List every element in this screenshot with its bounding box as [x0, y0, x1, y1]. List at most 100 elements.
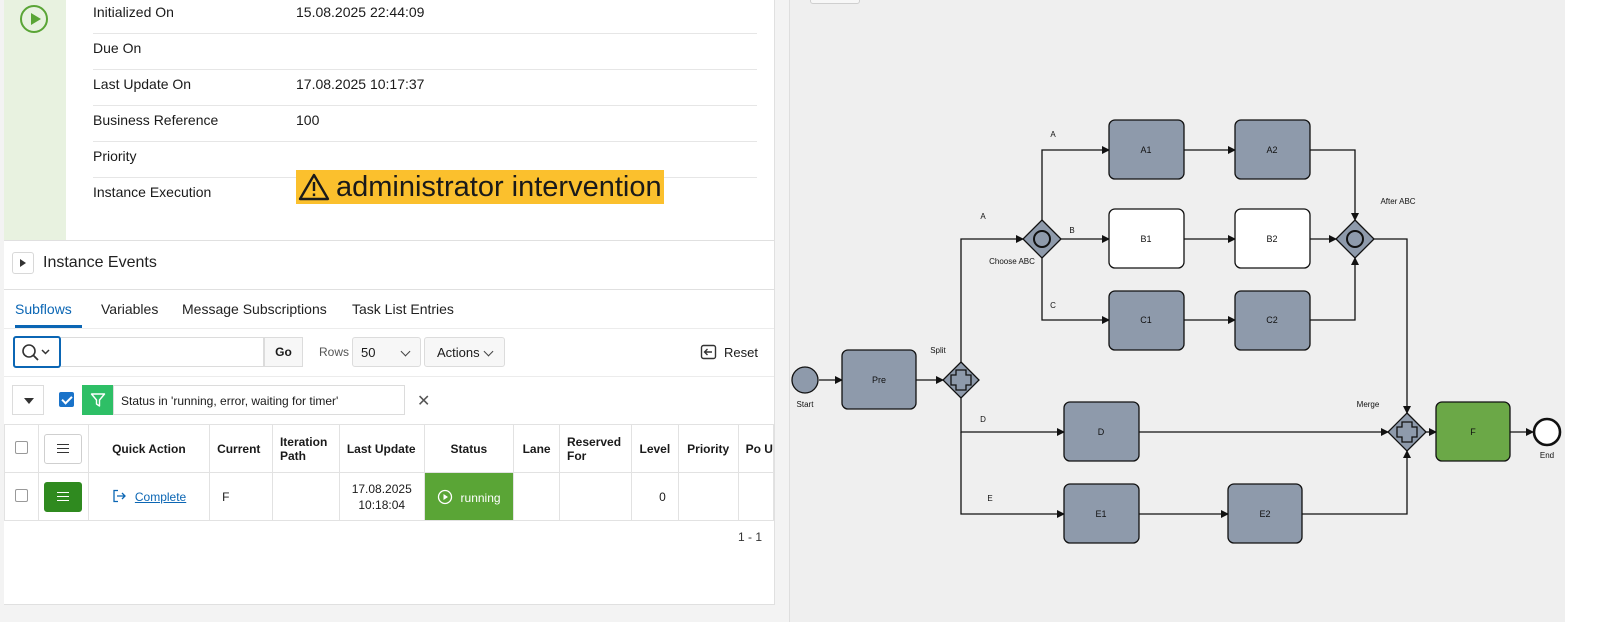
- last-update-date: 17.08.2025: [351, 481, 412, 496]
- menu-icon: [57, 444, 70, 453]
- tab-subflows[interactable]: Subflows: [15, 301, 72, 317]
- bpmn-diagram-panel: Pre A1 A2 B1 B2 C1 C2 D E1 E2 F Start En…: [789, 0, 1565, 622]
- header-menu-button[interactable]: [44, 433, 83, 464]
- running-play-icon: [438, 489, 453, 504]
- flow-label: E: [987, 494, 992, 503]
- actions-label: Actions: [437, 345, 480, 360]
- col-lane[interactable]: Lane: [513, 424, 560, 473]
- expand-instance-events-button[interactable]: [12, 252, 34, 274]
- flow-e2-merge: [1302, 450, 1411, 515]
- divider: [4, 328, 774, 329]
- inclusive-gateway-after[interactable]: [1335, 219, 1375, 259]
- col-truncated[interactable]: Po U: [737, 424, 775, 473]
- start-event[interactable]: [791, 366, 819, 394]
- flow-label: A: [1050, 130, 1056, 139]
- task-label: B1: [1140, 234, 1151, 244]
- go-button[interactable]: Go: [264, 337, 303, 367]
- level-cell: 0: [630, 472, 679, 521]
- task-label: F: [1470, 427, 1476, 437]
- col-iteration-path[interactable]: Iteration Path: [271, 424, 340, 473]
- status-value: running: [460, 490, 501, 505]
- row-select-cell: [4, 472, 39, 521]
- col-last-update[interactable]: Last Update: [338, 424, 425, 473]
- row-menu-button[interactable]: [44, 481, 83, 512]
- filter-icon: [82, 385, 113, 415]
- complete-link[interactable]: Complete: [135, 490, 186, 504]
- col-reserved-for[interactable]: Reserved For: [559, 424, 632, 473]
- divider: [4, 376, 774, 377]
- flow-label: C: [1050, 301, 1056, 310]
- tab-task-list-entries[interactable]: Task List Entries: [352, 301, 454, 317]
- filter-collapse-button[interactable]: [12, 385, 44, 415]
- flow-split-e: [960, 432, 1065, 518]
- table-row: Complete F 17.08.2025 10:18:04 running 0: [4, 472, 775, 521]
- detail-value: 17.08.2025 10:17:37: [296, 76, 425, 92]
- reserved-for-cell: [559, 472, 632, 521]
- process-instance-panel: Initialized On 15.08.2025 22:44:09 Due O…: [4, 0, 775, 605]
- parallel-gateway-merge[interactable]: [1387, 412, 1427, 452]
- col-quick-action[interactable]: Quick Action: [87, 424, 211, 473]
- detail-row-due-on: Due On: [93, 33, 757, 70]
- detail-row-business-reference: Business Reference 100: [93, 105, 757, 142]
- divider: [4, 289, 774, 290]
- gateway-label: After ABC: [1380, 197, 1415, 206]
- parallel-gateway-split[interactable]: [942, 361, 980, 399]
- pagination-text: 1 - 1: [738, 530, 763, 544]
- last-update-cell: 17.08.2025 10:18:04: [338, 472, 425, 521]
- task-label: E2: [1259, 509, 1270, 519]
- tab-message-subscriptions[interactable]: Message Subscriptions: [182, 301, 327, 317]
- reset-button[interactable]: Reset: [700, 337, 758, 367]
- menu-icon: [57, 492, 70, 501]
- inclusive-gateway-choose[interactable]: [1022, 219, 1062, 259]
- flow-label: B: [1069, 226, 1074, 235]
- col-priority[interactable]: Priority: [677, 424, 739, 473]
- select-all-header: [4, 424, 39, 473]
- quick-action-cell: Complete: [87, 472, 211, 521]
- select-all-checkbox[interactable]: [14, 440, 28, 454]
- flow-after-merge: [1374, 238, 1411, 414]
- status-cell: running: [423, 472, 515, 521]
- task-label: B2: [1266, 234, 1277, 244]
- task-label: C2: [1266, 315, 1278, 325]
- filter-enabled-checkbox[interactable]: [59, 392, 74, 407]
- instance-events-title: Instance Events: [43, 254, 157, 271]
- current-cell: F: [209, 472, 273, 521]
- last-update-time: 10:18:04: [358, 497, 406, 512]
- filter-description[interactable]: Status in 'running, error, waiting for t…: [113, 385, 405, 415]
- detail-label: Business Reference: [93, 112, 219, 128]
- remove-filter-close-icon[interactable]: ✕: [417, 391, 430, 411]
- rows-per-page-select[interactable]: 50: [352, 337, 421, 367]
- col-current[interactable]: Current: [209, 424, 273, 473]
- search-input[interactable]: [61, 337, 264, 367]
- actions-menu-button[interactable]: Actions: [424, 337, 505, 367]
- col-status[interactable]: Status: [423, 424, 515, 473]
- task-label: C1: [1140, 315, 1152, 325]
- iteration-path-cell: [271, 472, 340, 521]
- instance-execution-badge: administrator intervention: [296, 170, 664, 204]
- gateway-label: Choose ABC: [989, 257, 1035, 266]
- row-checkbox[interactable]: [14, 488, 28, 502]
- detail-label: Last Update On: [93, 76, 192, 92]
- flow-label: D: [980, 415, 986, 424]
- flow-choose-a1: [1041, 146, 1110, 220]
- task-label: A2: [1266, 145, 1277, 155]
- bpmn-diagram: Pre A1 A2 B1 B2 C1 C2 D E1 E2 F Start En…: [791, 119, 1562, 544]
- rows-label: Rows: [319, 345, 350, 359]
- gateway-label: Split: [930, 346, 946, 355]
- tab-variables[interactable]: Variables: [101, 301, 158, 317]
- detail-row-initialized-on: Initialized On 15.08.2025 22:44:09: [93, 0, 757, 34]
- truncated-cell: [737, 472, 775, 521]
- lane-cell: [513, 472, 560, 521]
- end-event[interactable]: [1532, 417, 1562, 447]
- divider: [4, 240, 774, 241]
- instance-execution-value: administrator intervention: [336, 170, 662, 203]
- task-label: E1: [1095, 509, 1106, 519]
- rows-value: 50: [361, 345, 376, 360]
- search-column-button[interactable]: [13, 336, 61, 368]
- reset-icon: [700, 344, 717, 360]
- reset-label: Reset: [724, 344, 758, 360]
- event-label: End: [1540, 451, 1554, 460]
- event-label: Start: [797, 400, 815, 409]
- grid-header-row: Quick Action Current Iteration Path Last…: [4, 424, 775, 473]
- col-level[interactable]: Level: [630, 424, 679, 473]
